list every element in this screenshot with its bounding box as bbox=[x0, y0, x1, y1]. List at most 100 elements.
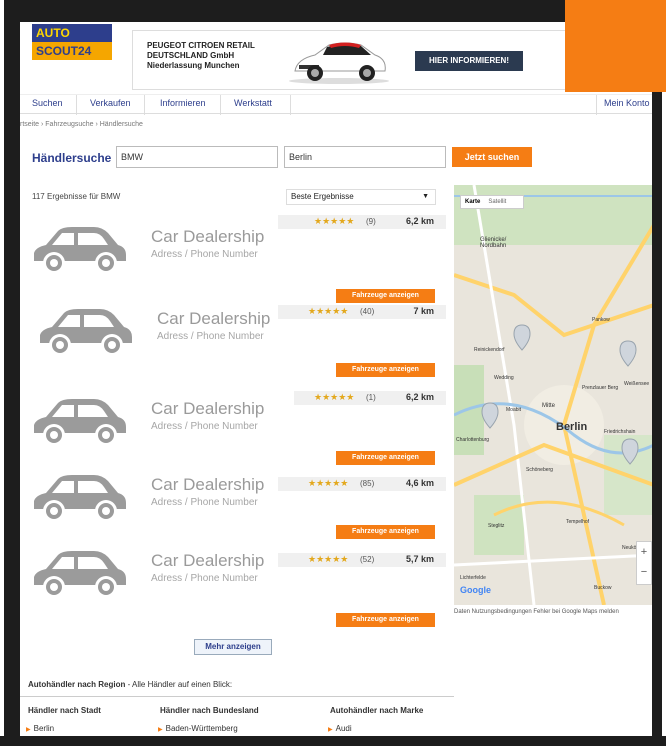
frame-edge-bottom bbox=[0, 736, 666, 750]
column-heading-state: Händler nach Bundesland bbox=[160, 706, 259, 715]
dealer-distance: 6,2 km bbox=[405, 392, 434, 402]
show-vehicles-button[interactable]: Fahrzeuge anzeigen bbox=[336, 363, 435, 377]
brand-link[interactable]: ▶ Audi bbox=[328, 724, 352, 733]
dealer-rating: ★★★★★ (40) 7 km bbox=[278, 305, 446, 319]
star-rating-icon: ★★★★★ bbox=[314, 392, 355, 402]
logo-line-1: AUTO bbox=[32, 24, 112, 42]
map-label: Charlottenburg bbox=[456, 437, 490, 443]
breadcrumb[interactable]: rtseite › Fahrzeugsuche › Händlersuche bbox=[20, 121, 143, 128]
dealer-address: Adress / Phone Number bbox=[151, 249, 258, 260]
nav-divider bbox=[76, 95, 77, 115]
nav-verkaufen[interactable]: Verkaufen bbox=[90, 98, 131, 108]
review-count: (9) bbox=[366, 217, 376, 226]
zoom-out-button[interactable]: − bbox=[637, 562, 651, 582]
search-button[interactable]: Jetzt suchen bbox=[452, 147, 532, 167]
nav-mein-konto[interactable]: Mein Konto bbox=[604, 98, 650, 108]
car-placeholder-icon bbox=[34, 399, 126, 446]
nav-divider bbox=[290, 95, 291, 115]
browser-viewport: AUTO SCOUT24 PEUGEOT CITROEN RETAIL DEUT… bbox=[20, 14, 654, 738]
city-link[interactable]: ▶ Berlin bbox=[26, 724, 54, 733]
map-label: Reinickendorf bbox=[474, 347, 505, 353]
sort-value: Beste Ergebnisse bbox=[291, 192, 354, 201]
show-vehicles-button[interactable]: Fahrzeuge anzeigen bbox=[336, 525, 435, 539]
autoscout24-logo[interactable]: AUTO SCOUT24 bbox=[32, 24, 112, 60]
show-vehicles-button[interactable]: Fahrzeuge anzeigen bbox=[336, 613, 435, 627]
dealer-rating: ★★★★★ (9) 6,2 km bbox=[278, 215, 446, 229]
page-title: Händlersuche bbox=[32, 151, 112, 165]
logo-line-2: SCOUT24 bbox=[32, 42, 112, 60]
car-placeholder-icon bbox=[34, 551, 126, 598]
dealer-name[interactable]: Car Dealership bbox=[151, 551, 264, 571]
sort-select[interactable]: Beste Ergebnisse ▼ bbox=[286, 189, 436, 205]
map-label: Tempelhof bbox=[566, 519, 590, 525]
dealer-distance: 4,6 km bbox=[405, 478, 434, 488]
dealer-rating: ★★★★★ (85) 4,6 km bbox=[278, 477, 446, 491]
dealer-address: Adress / Phone Number bbox=[151, 497, 258, 508]
chevron-down-icon: ▼ bbox=[422, 193, 429, 200]
frame-edge-left bbox=[0, 0, 20, 750]
car-placeholder-icon bbox=[34, 227, 126, 274]
car-placeholder-icon bbox=[40, 309, 132, 356]
nav-informieren[interactable]: Informieren bbox=[160, 98, 206, 108]
map-label: Prenzlauer Berg bbox=[582, 385, 619, 391]
state-link[interactable]: ▶ Baden-Württemberg bbox=[158, 724, 238, 733]
arrow-right-icon: ▶ bbox=[26, 727, 31, 733]
map-footer-links[interactable]: Daten Nutzungsbedingungen Fehler bei Goo… bbox=[454, 609, 654, 615]
show-more-button[interactable]: Mehr anzeigen bbox=[194, 639, 272, 655]
ad-car-image bbox=[289, 42, 389, 84]
map-toggle-karte[interactable]: Karte bbox=[461, 196, 484, 208]
zoom-control: + − bbox=[636, 541, 652, 585]
region-heading-bold: Autohändler nach Region bbox=[28, 680, 126, 689]
map-label: Wedding bbox=[494, 375, 514, 381]
ad-line-1: PEUGEOT CITROEN RETAIL bbox=[147, 41, 255, 50]
nav-suchen[interactable]: Suchen bbox=[32, 98, 63, 108]
dealer-item: Car Dealership Adress / Phone Number ★★★… bbox=[20, 463, 448, 543]
dealer-name[interactable]: Car Dealership bbox=[157, 309, 270, 329]
map-label: Buckow bbox=[594, 585, 612, 591]
dealer-name[interactable]: Car Dealership bbox=[151, 475, 264, 495]
dealer-name[interactable]: Car Dealership bbox=[151, 227, 264, 247]
star-rating-icon: ★★★★★ bbox=[308, 554, 349, 564]
region-heading-rest: - Alle Händler auf einen Blick: bbox=[125, 680, 233, 689]
ad-cta-button[interactable]: HIER INFORMIEREN! bbox=[415, 51, 523, 71]
device-frame: AUTO SCOUT24 PEUGEOT CITROEN RETAIL DEUT… bbox=[0, 0, 666, 750]
map-label: Lichterfelde bbox=[460, 575, 486, 581]
map-label: Friedrichshain bbox=[604, 429, 636, 435]
review-count: (1) bbox=[366, 393, 376, 402]
dealer-rating: ★★★★★ (52) 5,7 km bbox=[278, 553, 446, 567]
review-count: (85) bbox=[360, 479, 375, 488]
nav-divider bbox=[220, 95, 221, 115]
nav-werkstatt[interactable]: Werkstatt bbox=[234, 98, 272, 108]
dealer-address: Adress / Phone Number bbox=[151, 421, 258, 432]
orange-accent-block bbox=[565, 0, 666, 92]
map-label: Glienicke/ Nordbahn bbox=[480, 237, 507, 249]
map-toggle-satellit[interactable]: Satellit bbox=[484, 196, 510, 208]
star-rating-icon: ★★★★★ bbox=[314, 216, 355, 226]
ad-line-3: Niederlassung Munchen bbox=[147, 61, 240, 70]
arrow-right-icon: ▶ bbox=[328, 727, 333, 733]
city-input[interactable]: Berlin bbox=[284, 146, 446, 168]
dealer-item: Car Dealership Adress / Phone Number ★★★… bbox=[20, 297, 448, 377]
ad-text: PEUGEOT CITROEN RETAIL DEUTSCHLAND GmbH … bbox=[147, 41, 255, 71]
dealer-address: Adress / Phone Number bbox=[157, 331, 264, 342]
dealer-map[interactable]: Karte Satellit Glienicke/ Nordbahn Mitte … bbox=[454, 185, 654, 605]
frame-edge-right bbox=[652, 0, 666, 750]
star-rating-icon: ★★★★★ bbox=[308, 478, 349, 488]
map-type-toggle[interactable]: Karte Satellit bbox=[460, 195, 524, 209]
dealer-item: Car Dealership Adress / Phone Number ★★★… bbox=[20, 387, 448, 467]
map-city-label: Berlin bbox=[556, 421, 588, 433]
dealer-item: Car Dealership Adress / Phone Number ★★★… bbox=[20, 215, 448, 303]
divider bbox=[20, 696, 454, 697]
column-heading-city: Händler nach Stadt bbox=[28, 706, 101, 715]
dealer-name[interactable]: Car Dealership bbox=[151, 399, 264, 419]
dealer-distance: 5,7 km bbox=[405, 554, 434, 564]
brand-input[interactable]: BMW bbox=[116, 146, 278, 168]
brand-link-label: Audi bbox=[335, 724, 352, 733]
map-label: Mitte bbox=[542, 403, 556, 409]
dealer-distance: 7 km bbox=[413, 306, 434, 316]
results-list: 117 Ergebnisse für BMW Beste Ergebnisse … bbox=[20, 185, 448, 665]
dealer-distance: 6,2 km bbox=[405, 216, 434, 226]
zoom-in-button[interactable]: + bbox=[637, 542, 651, 562]
ad-banner[interactable]: PEUGEOT CITROEN RETAIL DEUTSCHLAND GmbH … bbox=[132, 30, 568, 90]
map-label: Weißensee bbox=[624, 381, 650, 387]
